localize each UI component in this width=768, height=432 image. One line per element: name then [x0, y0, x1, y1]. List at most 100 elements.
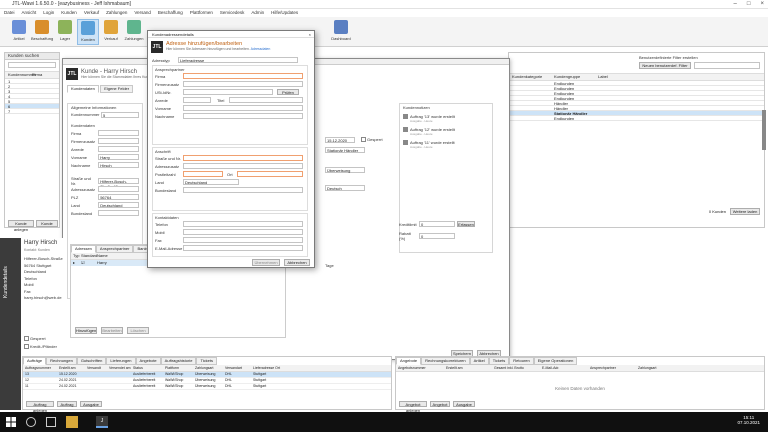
gesperrt-contact-checkbox[interactable]	[24, 336, 29, 341]
table-row[interactable]: Endkunden	[509, 116, 764, 121]
orders-col-4[interactable]: Status	[131, 365, 163, 371]
table-row[interactable]: 11 24.02.2021 Auslieferbereit WaWi/Shop Über…	[23, 384, 391, 390]
windows-start-icon[interactable]	[6, 417, 16, 427]
offers-col-4[interactable]: Ansprechpartner	[588, 365, 636, 371]
orders-col-7[interactable]: Versandart	[223, 365, 251, 371]
dialog-field-input[interactable]	[183, 163, 303, 169]
clock[interactable]: 15:11 07.10.2021	[737, 415, 760, 425]
menu-item-3[interactable]: Kunden	[61, 9, 77, 17]
ribbon-zahlungen[interactable]: Zahlungen	[123, 19, 145, 45]
offers-tab-4[interactable]: Retouren	[509, 357, 534, 365]
orders-col-3[interactable]: Versendet am	[107, 365, 131, 371]
payment-select[interactable]: Überweisung	[325, 167, 365, 173]
tab-eigene-felder[interactable]: Eigene Felder	[100, 85, 134, 93]
order-output-button[interactable]: Ausgabe	[80, 401, 102, 407]
dialog-field-input[interactable]	[183, 187, 303, 193]
close-icon[interactable]: ×	[760, 0, 764, 9]
dialog-field-input[interactable]	[183, 105, 303, 111]
edit-address-button[interactable]: Bearbeiten	[101, 327, 123, 334]
date-input[interactable]: 15.12.2020	[325, 137, 355, 143]
filter-select[interactable]	[694, 62, 760, 69]
orders-tab-2[interactable]: Gutschriften	[76, 357, 107, 365]
orders-col-0[interactable]: Auftragsnummer	[23, 365, 57, 371]
menu-item-6[interactable]: Versand	[134, 9, 151, 17]
offers-col-0[interactable]: Angebotsnummer	[396, 365, 444, 371]
menu-item-1[interactable]: Ansicht	[22, 9, 37, 17]
note-item[interactable]: Auftrag '12' wurde erstellt Ausgabe - Heu…	[400, 126, 492, 137]
menu-item-9[interactable]: Servicedesk	[220, 9, 245, 17]
minimize-icon[interactable]: –	[734, 0, 737, 9]
dialog-field-input[interactable]	[183, 113, 303, 119]
kreditlimit-input[interactable]: 0	[419, 221, 455, 227]
ribbon-artikel[interactable]: Artikel	[8, 19, 30, 45]
kunde-field-input[interactable]	[98, 210, 139, 216]
col-kundengruppe[interactable]: Kundengruppe	[551, 74, 595, 80]
col-kundennummer[interactable]: Kundennummer	[5, 72, 36, 78]
tab-kundendaten[interactable]: Kundendaten	[67, 85, 99, 93]
orders-tab-5[interactable]: Auftragshistorie	[160, 357, 197, 365]
menu-item-11[interactable]: Hilfe/Updates	[271, 9, 298, 17]
offers-col-1[interactable]: Erstellt am	[444, 365, 492, 371]
load-more-button[interactable]: Weitere laden	[730, 208, 760, 215]
add-offer-button[interactable]: Angebot anlegen	[399, 401, 427, 413]
standard-checkbox[interactable]: ☑	[81, 260, 97, 266]
col-name[interactable]: Name	[97, 253, 127, 259]
gesperrt-checkbox[interactable]	[361, 137, 366, 142]
offers-col-3[interactable]: E-Mail-Adr.	[540, 365, 588, 371]
offer-menu-button[interactable]: Angebot	[430, 401, 450, 407]
ribbon-lager[interactable]: Lager	[54, 19, 76, 45]
uebernehmen-button[interactable]: Übernehmen	[252, 259, 280, 266]
note-item[interactable]: Auftrag '11' wurde erstellt Ausgabe - Heu…	[400, 139, 492, 150]
menu-item-0[interactable]: Datei	[4, 9, 15, 17]
ribbon-dashboard[interactable]: Dashboard	[330, 19, 352, 45]
ort-input[interactable]	[237, 171, 303, 177]
dialog-field-input[interactable]	[183, 155, 303, 161]
titel-input[interactable]	[229, 97, 303, 103]
dialog-field-input[interactable]	[183, 229, 303, 235]
add-address-button[interactable]: Hinzufügen	[75, 327, 97, 334]
menu-item-7[interactable]: Beschaffung	[158, 9, 183, 17]
orders-col-6[interactable]: Zahlungsart	[193, 365, 223, 371]
menu-item-5[interactable]: Zahlungen	[106, 9, 127, 17]
dialog-field-input[interactable]	[183, 237, 303, 243]
kunde-field-input[interactable]	[98, 130, 139, 136]
kunde-field-input[interactable]: 56764	[98, 194, 139, 200]
language-select[interactable]: Deutsch	[325, 185, 365, 191]
new-filter-button[interactable]: Neuen benutzerdef. Filter	[639, 62, 691, 69]
adresstyp-select[interactable]: Lieferadresse	[178, 57, 298, 63]
offers-tab-5[interactable]: Eigene Operationen	[533, 357, 578, 365]
adressdaten-link[interactable]: Adressdaten	[251, 47, 271, 51]
ribbon-beschaffung[interactable]: Beschaffung	[31, 19, 53, 45]
explorer-icon[interactable]	[66, 416, 78, 428]
col-typ[interactable]: Typ	[71, 253, 81, 259]
customer-menu-button[interactable]: Kunde	[36, 220, 58, 227]
orders-tab-3[interactable]: Lieferungen	[106, 357, 136, 365]
ribbon-kunden[interactable]: Kunden	[77, 19, 99, 45]
dialog-field-input[interactable]	[183, 73, 303, 79]
dialog-field-input[interactable]	[183, 171, 223, 177]
offers-tab-0[interactable]: Angebote	[396, 357, 422, 365]
orders-tab-4[interactable]: Angebote	[135, 357, 161, 365]
dialog-cancel-button[interactable]: Abbrechen	[284, 259, 310, 266]
order-menu-button[interactable]: Auftrag	[57, 401, 77, 407]
orders-col-1[interactable]: Erstellt am	[57, 365, 85, 371]
kunde-field-input[interactable]: Deutschland	[98, 202, 139, 208]
dialog-field-input[interactable]	[183, 81, 303, 87]
tab-0[interactable]: Adressen	[71, 245, 96, 253]
kunde-field-input[interactable]	[98, 138, 139, 144]
offers-tab-3[interactable]: Tickets	[488, 357, 510, 365]
scrollbar[interactable]	[762, 110, 766, 150]
offers-tab-1[interactable]: Rechnungskorrekturen	[421, 357, 470, 365]
kunde-field-input[interactable]: Hirsch	[98, 162, 139, 168]
erfassen-button[interactable]: Erfassen	[457, 221, 475, 227]
dialog-field-input[interactable]	[183, 97, 211, 103]
kunde-field-input[interactable]	[98, 186, 139, 192]
kunde-field-input[interactable]	[98, 146, 139, 152]
jtl-taskbar-icon[interactable]: J	[96, 416, 108, 428]
orders-col-2[interactable]: Versandt	[85, 365, 107, 371]
orders-col-8[interactable]: Lieferadresse Ort	[251, 365, 311, 371]
orders-tab-1[interactable]: Rechnungen	[46, 357, 77, 365]
add-customer-button[interactable]: Kunde anlegen	[8, 220, 34, 232]
offer-output-button[interactable]: Ausgabe	[453, 401, 475, 407]
offers-col-2[interactable]: Gesamt inkl. Brutto	[492, 365, 540, 371]
